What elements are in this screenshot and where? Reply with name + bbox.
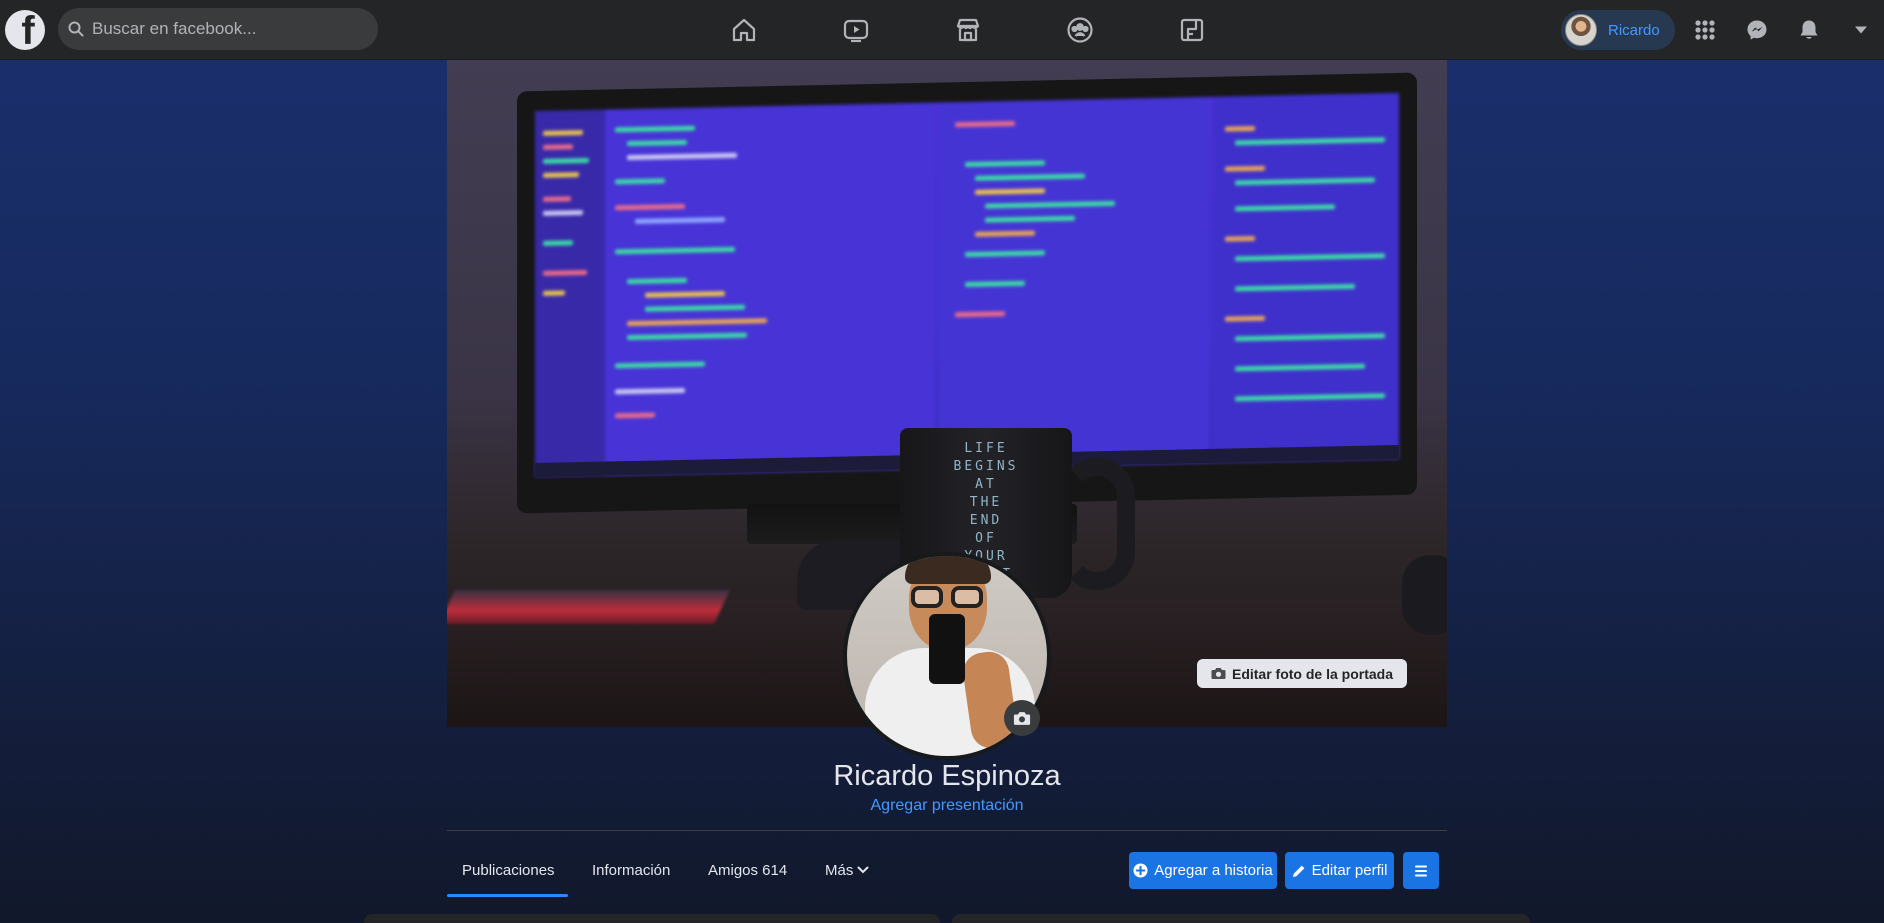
camera-icon [1013, 711, 1031, 725]
search-icon [68, 21, 84, 37]
nav-home[interactable] [699, 8, 789, 52]
profile-shortcut[interactable]: Ricardo [1561, 10, 1675, 50]
tab-mas[interactable]: Más [810, 850, 884, 890]
profile-divider [447, 830, 1447, 831]
groups-icon [1067, 17, 1093, 43]
camera-icon [1211, 668, 1226, 679]
edit-profile-label: Editar perfil [1311, 862, 1388, 879]
nav-watch[interactable] [811, 8, 901, 52]
add-bio-link[interactable]: Agregar presentación [447, 797, 1447, 815]
tab-label: Más [825, 861, 854, 879]
update-profile-picture-button[interactable] [1004, 700, 1040, 736]
active-tab-indicator [447, 894, 568, 897]
plus-circle-icon [1133, 863, 1148, 878]
search-box[interactable] [58, 8, 378, 50]
messenger-button[interactable] [1741, 14, 1773, 46]
messenger-icon [1747, 20, 1767, 40]
menu-grid-icon [1695, 20, 1715, 40]
tab-publicaciones[interactable]: Publicaciones [447, 850, 570, 890]
notifications-button[interactable] [1793, 14, 1825, 46]
watch-icon [843, 19, 869, 43]
edit-cover-photo-label: Editar foto de la portada [1231, 665, 1393, 682]
add-to-story-button[interactable]: Agregar a historia [1129, 852, 1277, 889]
account-caret-icon [1855, 26, 1867, 34]
tab-label: Publicaciones [462, 861, 555, 879]
mug-text-line: LIFE [964, 441, 1008, 456]
intro-card-edge [364, 914, 940, 923]
mug-text-line: AT [975, 477, 997, 492]
list-menu-icon [1415, 865, 1427, 876]
profile-name: Ricardo Espinoza [833, 760, 1061, 792]
top-navigation-bar: f Buscar en facebook... Ricardo [0, 0, 1884, 60]
tab-amigos[interactable]: Amigos 614 [693, 850, 802, 890]
tab-label: Información [592, 861, 671, 879]
chevron-down-icon [857, 866, 869, 874]
facebook-logo[interactable]: f [5, 10, 45, 50]
edit-cover-photo-button[interactable]: Editar foto de la portada [1197, 659, 1407, 688]
feed-card-edge [952, 914, 1530, 923]
code-screen-illustration [535, 92, 1399, 478]
add-to-story-label: Agregar a historia [1154, 862, 1273, 879]
edit-profile-button[interactable]: Editar perfil [1285, 852, 1394, 889]
home-icon [732, 18, 756, 42]
mouse-illustration [1402, 555, 1447, 635]
mug-text-line: END [969, 513, 1003, 528]
mug-text-line: BEGINS [953, 459, 1019, 474]
nav-groups[interactable] [1035, 8, 1125, 52]
pencil-icon [1292, 865, 1304, 877]
search-input[interactable] [92, 19, 352, 39]
nav-gaming[interactable] [1147, 8, 1237, 52]
avatar-phone [929, 614, 965, 684]
menu-button[interactable] [1689, 14, 1721, 46]
notifications-icon [1800, 20, 1818, 39]
keyboard-illustration [447, 590, 730, 624]
profile-shortcut-name: Ricardo [1608, 21, 1660, 39]
tab-label: Amigos 614 [708, 861, 788, 879]
tab-informacion[interactable]: Información [577, 850, 685, 890]
avatar-hair [905, 556, 991, 584]
account-button[interactable] [1845, 14, 1877, 46]
facebook-logo-letter: f [21, 10, 35, 50]
marketplace-icon [956, 18, 980, 42]
nav-marketplace[interactable] [923, 8, 1013, 52]
mug-text-line: OF [975, 531, 997, 546]
more-options-button[interactable] [1403, 852, 1439, 889]
mug-text-line: THE [969, 495, 1003, 510]
avatar-glasses [911, 586, 985, 610]
gaming-icon [1180, 18, 1204, 42]
avatar [1565, 14, 1597, 46]
